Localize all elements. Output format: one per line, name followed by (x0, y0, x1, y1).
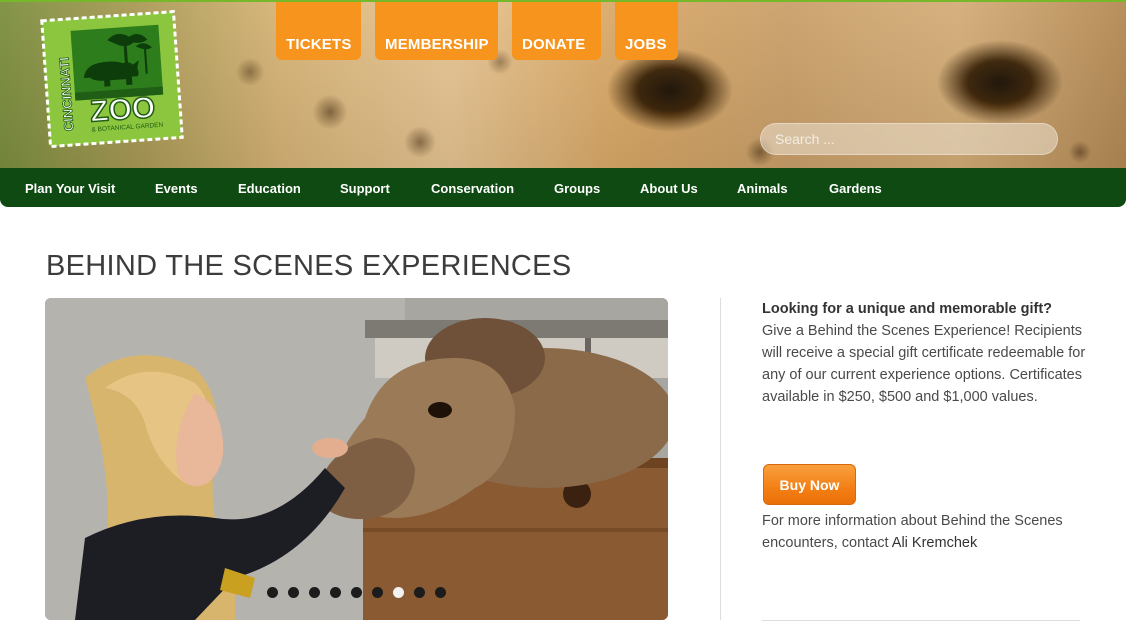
membership-tab-label: MEMBERSHIP (385, 36, 489, 53)
nav-item-groups[interactable]: Groups (554, 168, 600, 207)
slider-dot[interactable] (267, 587, 278, 598)
zoo-logo[interactable]: ZOO & BOTANICAL GARDEN CINCINNATI (40, 10, 186, 150)
gift-info: Looking for a unique and memorable gift?… (762, 298, 1092, 408)
slider-dot[interactable] (372, 587, 383, 598)
nav-item-animals[interactable]: Animals (737, 168, 788, 207)
donate-tab[interactable]: DONATE (512, 2, 601, 60)
tickets-tab-label: TICKETS (286, 36, 352, 53)
gift-description: Give a Behind the Scenes Experience! Rec… (762, 323, 1086, 405)
donate-tab-label: DONATE (522, 36, 586, 53)
tickets-tab[interactable]: TICKETS (276, 2, 361, 60)
slider-dot[interactable] (288, 587, 299, 598)
slider-dot[interactable] (309, 587, 320, 598)
nav-item-events[interactable]: Events (155, 168, 198, 207)
slider-dots (267, 587, 446, 598)
nav-item-plan-your-visit[interactable]: Plan Your Visit (25, 168, 115, 207)
jobs-tab-label: JOBS (625, 36, 667, 53)
main-nav: Plan Your Visit Events Education Support… (0, 168, 1126, 207)
nav-item-about-us[interactable]: About Us (640, 168, 698, 207)
membership-tab[interactable]: MEMBERSHIP (375, 2, 498, 60)
jobs-tab[interactable]: JOBS (615, 2, 678, 60)
header-banner: ZOO & BOTANICAL GARDEN CINCINNATI TICKET… (0, 0, 1126, 168)
nav-item-gardens[interactable]: Gardens (829, 168, 882, 207)
slide-image (45, 298, 668, 620)
slider-dot[interactable] (351, 587, 362, 598)
bottom-divider (762, 620, 1080, 621)
buy-now-button[interactable]: Buy Now (763, 464, 856, 505)
page-title: BEHIND THE SCENES EXPERIENCES (46, 250, 572, 282)
nav-item-education[interactable]: Education (238, 168, 301, 207)
nav-item-support[interactable]: Support (340, 168, 390, 207)
image-slider[interactable] (45, 298, 668, 620)
slider-dot[interactable] (330, 587, 341, 598)
zoo-logo-icon: ZOO & BOTANICAL GARDEN CINCINNATI (40, 10, 184, 149)
more-info-text: For more information about Behind the Sc… (762, 510, 1092, 554)
slider-dot[interactable] (435, 587, 446, 598)
gift-heading: Looking for a unique and memorable gift? (762, 301, 1053, 317)
contact-link[interactable]: Ali Kremchek (892, 535, 977, 551)
slider-dot-active[interactable] (393, 587, 404, 598)
slider-dot[interactable] (414, 587, 425, 598)
nav-item-conservation[interactable]: Conservation (431, 168, 514, 207)
content-divider (720, 298, 721, 620)
search-input[interactable] (760, 123, 1058, 155)
